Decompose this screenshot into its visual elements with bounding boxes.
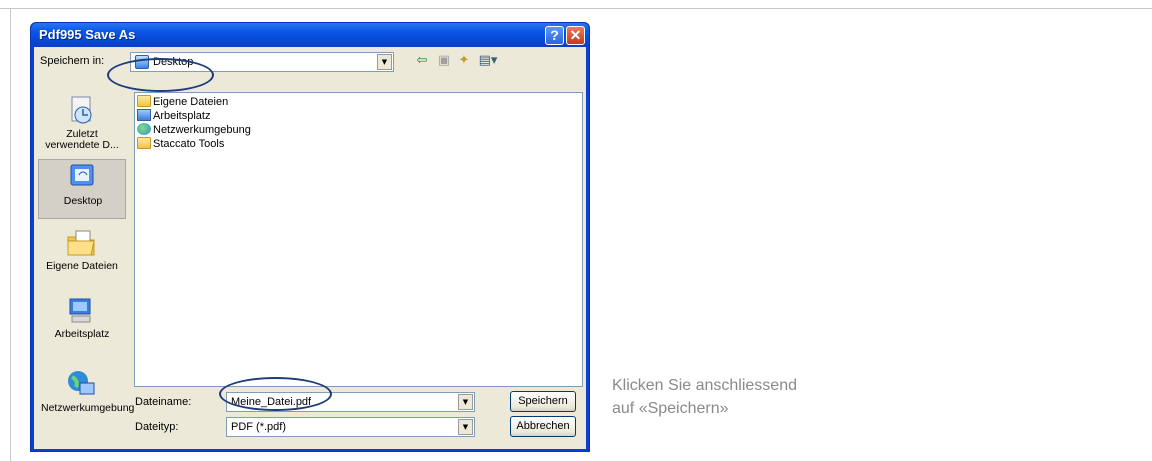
filetype-label: Dateityp: [135, 421, 179, 433]
place-label-my-documents: Eigene Dateien [46, 260, 118, 272]
filetype-select[interactable]: PDF (*.pdf) ▼ [226, 417, 475, 437]
file-name: Eigene Dateien [153, 96, 229, 108]
filename-label: Dateiname: [135, 396, 192, 408]
network-icon [137, 123, 151, 135]
recent-documents-icon [71, 96, 92, 124]
dialog-title: Pdf995 Save As [39, 27, 136, 42]
file-list[interactable]: Eigene Dateien Arbeitsplatz Netzwerkumge… [134, 92, 583, 387]
highlight-ring-filename [219, 377, 332, 411]
computer-icon [137, 109, 151, 121]
frame-top-rule [0, 8, 1152, 9]
file-name: Arbeitsplatz [153, 110, 211, 122]
place-label-network: Netzwerkumgebung [41, 402, 135, 414]
place-label-desktop: Desktop [63, 195, 103, 207]
filetype-value: PDF (*.pdf) [231, 421, 287, 433]
place-label-my-computer: Arbeitsplatz [54, 328, 110, 340]
place-my-computer[interactable]: Arbeitsplatz [38, 293, 126, 353]
frame-left-rule [10, 8, 11, 461]
close-button[interactable]: ✕ [566, 26, 585, 45]
place-network[interactable]: Netzwerkumgebung [38, 367, 135, 437]
place-desktop[interactable]: Desktop [38, 159, 126, 219]
back-arrow-icon[interactable]: ⇦ [414, 53, 430, 69]
place-my-documents[interactable]: Eigene Dateien [38, 225, 126, 285]
view-menu-icon[interactable]: ▤▾ [476, 53, 500, 69]
cancel-button[interactable]: Abbrechen [510, 416, 576, 437]
folder-icon [137, 95, 151, 107]
dialog-titlebar[interactable]: Pdf995 Save As ? ✕ [31, 23, 589, 47]
network-icon [68, 371, 95, 395]
list-item[interactable]: Netzwerkumgebung [137, 123, 251, 137]
instruction-line-2: auf «Speichern» [612, 400, 729, 417]
list-item[interactable]: Eigene Dateien [137, 95, 228, 109]
list-item[interactable]: Arbeitsplatz [137, 109, 210, 123]
instruction-text: Klicken Sie anschliessend auf «Speichern… [612, 374, 932, 420]
my-documents-icon [67, 230, 95, 256]
chevron-down-icon[interactable]: ▼ [458, 394, 473, 410]
my-computer-icon [69, 298, 91, 323]
list-item[interactable]: Staccato Tools [137, 137, 224, 151]
save-in-label: Speichern in: [40, 55, 105, 67]
desktop-icon [70, 164, 94, 186]
new-folder-icon[interactable]: ✦ [456, 53, 472, 69]
chevron-down-icon[interactable]: ▼ [377, 54, 392, 70]
help-button[interactable]: ? [545, 26, 564, 45]
instruction-line-1: Klicken Sie anschliessend [612, 377, 797, 394]
place-label-recent: Zuletzt verwendete D... [45, 128, 119, 151]
save-button[interactable]: Speichern [510, 391, 576, 412]
file-name: Staccato Tools [153, 138, 225, 150]
highlight-ring-save-in [107, 58, 214, 92]
file-name: Netzwerkumgebung [153, 124, 251, 136]
chevron-down-icon[interactable]: ▼ [458, 419, 473, 435]
place-recent[interactable]: Zuletzt verwendete D... [38, 93, 126, 153]
folder-icon [137, 137, 151, 149]
places-bar: Zuletzt verwendete D... Desktop Eigene D… [38, 89, 135, 445]
up-folder-icon[interactable]: ▣ [436, 53, 452, 69]
